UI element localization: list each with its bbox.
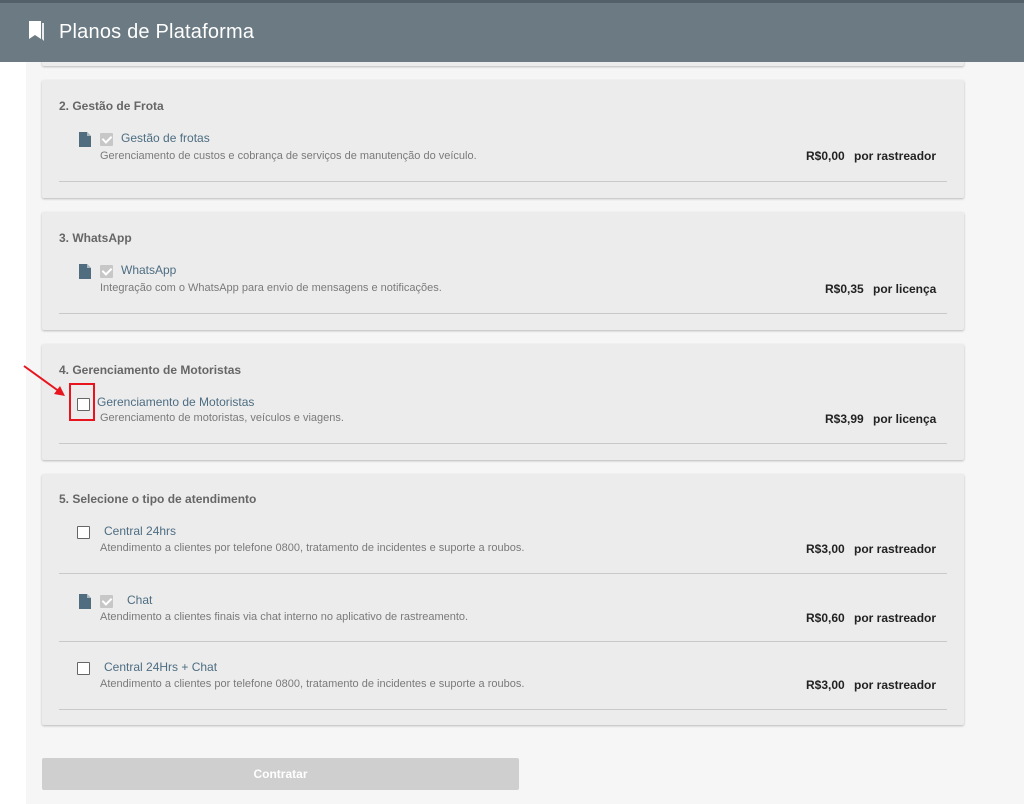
annotation-arrow-icon: [23, 365, 65, 396]
item-name[interactable]: Central 24Hrs + Chat: [104, 660, 217, 674]
divider: [59, 181, 947, 182]
section-tipo-atendimento: 5. Selecione o tipo de atendimento Centr…: [42, 474, 964, 725]
item-description: Gerenciamento de motoristas, veículos e …: [100, 412, 344, 424]
item-price: R$3,00: [806, 678, 845, 692]
item-description: Integração com o WhatsApp para envio de …: [100, 282, 442, 294]
item-price-unit: por licença: [873, 282, 937, 296]
item-description: Atendimento a clientes por telefone 0800…: [100, 678, 525, 690]
content-area: 2. Gestão de Frota Gestão de frotas Gere…: [26, 42, 1024, 804]
document-icon[interactable]: [79, 264, 91, 279]
item-description: Atendimento a clientes finais via chat i…: [100, 611, 469, 623]
item-price: R$0,60: [806, 611, 845, 625]
divider: [59, 313, 947, 314]
section-title: 3. WhatsApp: [59, 231, 132, 245]
item-name: WhatsApp: [121, 263, 177, 277]
item-price-unit: por rastreador: [854, 678, 937, 692]
item-price: R$0,35: [825, 282, 864, 296]
item-name[interactable]: Central 24hrs: [104, 524, 176, 538]
section-whatsapp: 3. WhatsApp WhatsApp Integração com o Wh…: [42, 212, 964, 330]
page-title: Planos de Plataforma: [59, 21, 255, 43]
item-price-unit: por rastreador: [854, 149, 937, 163]
item-name: Gestão de frotas: [121, 131, 210, 145]
checkbox-central-24hrs[interactable]: [77, 526, 90, 539]
divider: [59, 573, 947, 574]
item-price-unit: por rastreador: [854, 611, 937, 625]
contratar-button[interactable]: Contratar: [42, 758, 519, 790]
divider: [59, 641, 947, 642]
section-gerenciamento-motoristas: 4. Gerenciamento de Motoristas Gerenciam…: [42, 344, 964, 460]
page-header: Planos de Plataforma: [0, 0, 1024, 62]
section-title: 4. Gerenciamento de Motoristas: [59, 363, 242, 377]
bookmark-book-icon: [29, 21, 44, 41]
annotation-highlight-box: [69, 383, 95, 421]
item-name[interactable]: Gerenciamento de Motoristas: [97, 395, 254, 409]
section-title: 5. Selecione o tipo de atendimento: [59, 492, 257, 506]
item-price: R$0,00: [806, 149, 845, 163]
divider: [59, 443, 947, 444]
document-icon[interactable]: [79, 594, 91, 609]
divider: [59, 709, 947, 710]
item-price-unit: por licença: [873, 412, 937, 426]
item-price: R$3,00: [806, 542, 845, 556]
section-gestao-frota: 2. Gestão de Frota Gestão de frotas Gere…: [42, 80, 964, 198]
checkbox-central-24hrs-chat[interactable]: [77, 662, 90, 675]
section-title: 2. Gestão de Frota: [59, 99, 164, 113]
checkbox-chat[interactable]: [100, 595, 113, 608]
item-description: Atendimento a clientes por telefone 0800…: [100, 542, 525, 554]
item-price-unit: por rastreador: [854, 542, 937, 556]
document-icon[interactable]: [79, 132, 91, 147]
item-description: Gerenciamento de custos e cobrança de se…: [100, 150, 477, 162]
item-price: R$3,99: [825, 412, 864, 426]
checkbox-gestao-frotas[interactable]: [100, 133, 113, 146]
checkbox-whatsapp[interactable]: [100, 265, 113, 278]
item-name: Chat: [127, 593, 153, 607]
